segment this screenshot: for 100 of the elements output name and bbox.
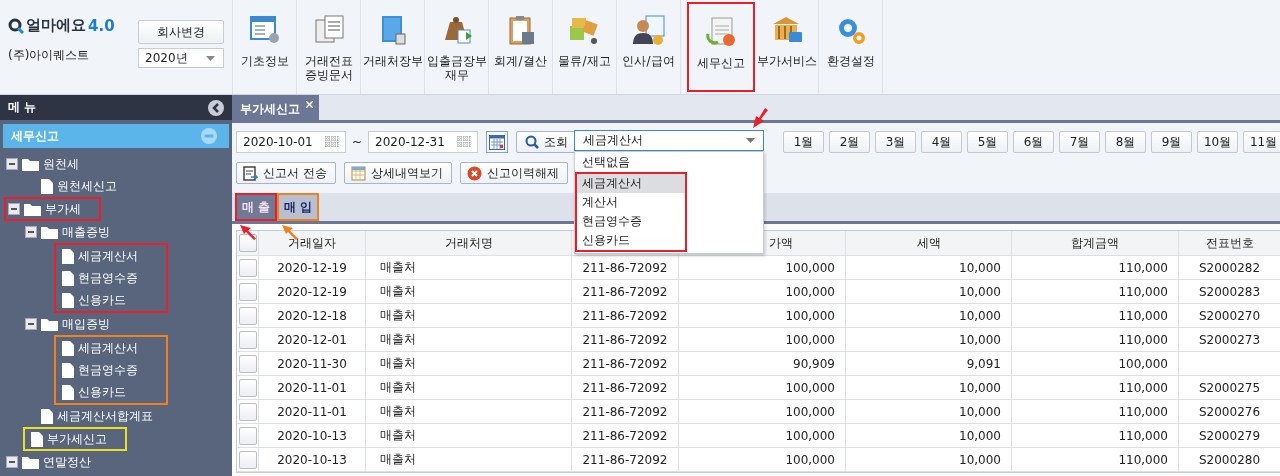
checkbox[interactable]: [238, 306, 257, 325]
document-icon: [62, 248, 74, 264]
collapse-icon[interactable]: [25, 226, 37, 238]
month-button[interactable]: 10월: [1197, 131, 1239, 153]
version-text: 4.0: [88, 16, 115, 35]
change-company-button[interactable]: 회사변경: [138, 20, 224, 44]
type-select[interactable]: 세금계산서: [574, 130, 764, 151]
tree-item[interactable]: 세금계산서합계표: [57, 407, 153, 425]
document-icon: [41, 408, 53, 424]
column-header[interactable]: 세액: [846, 231, 1012, 255]
calendar-button[interactable]: [486, 131, 509, 153]
table-cell: 100,000: [785, 380, 835, 395]
table-cell: 100,000: [785, 332, 835, 347]
toolbar-button[interactable]: 인사/급여: [617, 0, 681, 94]
table-cell: 211-86-72092: [582, 404, 668, 419]
month-button[interactable]: 7월: [1059, 131, 1101, 153]
tree-item[interactable]: 원천세신고: [57, 177, 117, 195]
calendar-icon: [325, 136, 339, 148]
toolbar-button[interactable]: 환경설정: [819, 0, 883, 94]
tab[interactable]: 부가세신고: [232, 95, 319, 120]
checkbox[interactable]: [238, 330, 257, 349]
checkbox[interactable]: [238, 258, 257, 277]
date-field[interactable]: 2020-12-31: [368, 131, 479, 153]
month-button[interactable]: 9월: [1151, 131, 1193, 153]
close-icon[interactable]: [306, 101, 313, 108]
column-header[interactable]: 전표번호: [1179, 231, 1280, 255]
toolbar-button[interactable]: 입출금장부 재무: [425, 0, 489, 94]
toolbar-button[interactable]: 기초정보: [233, 0, 297, 94]
column-header[interactable]: 거래일자: [259, 231, 366, 255]
table-cell: 100,000: [785, 308, 835, 323]
dropdown-option[interactable]: 계산서: [577, 193, 685, 212]
toolbar-button[interactable]: 물류/재고: [553, 0, 617, 94]
toolbar-button[interactable]: 거래전표 증빙문서: [297, 0, 361, 94]
table-cell: S2000273: [1198, 332, 1261, 347]
tree-item[interactable]: 부가세신고: [47, 430, 107, 448]
company-name: (주)아이퀘스트: [8, 47, 91, 64]
table-cell: 2020-12-01: [277, 332, 347, 347]
table-cell: 10,000: [959, 308, 1001, 323]
checkbox[interactable]: [238, 234, 257, 252]
caret-icon: [206, 55, 215, 61]
month-button[interactable]: 8월: [1105, 131, 1147, 153]
month-button[interactable]: 2월: [829, 131, 871, 153]
tree-item[interactable]: 부가세: [45, 200, 81, 218]
tree-item[interactable]: 연말정산: [43, 453, 91, 471]
month-button[interactable]: 11월: [1243, 131, 1280, 153]
collapse-icon[interactable]: [6, 158, 18, 170]
dropdown-option[interactable]: 세금계산서: [577, 174, 685, 193]
collapse-icon[interactable]: [8, 203, 20, 215]
tree-item[interactable]: 신용카드: [78, 383, 126, 401]
dropdown-option[interactable]: 신용카드: [577, 231, 685, 250]
tree-item[interactable]: 원천세: [43, 155, 79, 173]
year-select[interactable]: 2020년: [138, 48, 224, 68]
collapse-icon[interactable]: [25, 318, 37, 330]
table-cell: S2000270: [1198, 308, 1261, 323]
range-separator: ~: [351, 135, 364, 149]
tree-item[interactable]: 매입증빙: [62, 315, 110, 333]
column-header[interactable]: 합계금액: [1012, 231, 1179, 255]
table-cell: 10,000: [959, 260, 1001, 275]
checkbox[interactable]: [238, 450, 257, 469]
toolbar-button[interactable]: 거래처장부: [361, 0, 425, 94]
table-cell: 110,000: [1118, 308, 1168, 323]
date-field[interactable]: 2020-10-01: [236, 131, 346, 153]
toolbar-button[interactable]: 회계/결산: [489, 0, 553, 94]
column-header[interactable]: 거래처명: [366, 231, 572, 255]
table-cell: 매출처: [380, 331, 416, 348]
tree-item[interactable]: 신용카드: [78, 291, 126, 309]
checkbox[interactable]: [238, 354, 257, 373]
month-button[interactable]: 5월: [967, 131, 1009, 153]
collapse-icon[interactable]: [6, 456, 18, 468]
toolbar-button[interactable]: 부가서비스: [755, 0, 819, 94]
checkbox[interactable]: [238, 402, 257, 421]
month-button[interactable]: 1월: [783, 131, 825, 153]
dropdown-option[interactable]: 선택없음: [575, 153, 763, 172]
action-button[interactable]: 상세내역보기: [343, 162, 452, 184]
tree-item[interactable]: 현금영수증: [78, 361, 138, 379]
collapse-icon[interactable]: [208, 99, 224, 116]
action-button[interactable]: 신고서 전송: [236, 162, 336, 184]
month-button[interactable]: 6월: [1013, 131, 1055, 153]
folder-icon: [22, 455, 39, 469]
table-cell: 110,000: [1118, 332, 1168, 347]
checkbox[interactable]: [238, 378, 257, 397]
table-cell: 90,909: [793, 356, 835, 371]
table-cell: 10,000: [959, 452, 1001, 467]
tree-item[interactable]: 세금계산서: [78, 247, 138, 265]
checkbox[interactable]: [238, 426, 257, 445]
tree-item[interactable]: 매출증빙: [62, 223, 110, 241]
toolbar-button[interactable]: 세무신고: [687, 2, 755, 92]
tree-item[interactable]: 세금계산서: [78, 339, 138, 357]
dropdown-option[interactable]: 현금영수증: [577, 212, 685, 231]
table-cell: 211-86-72092: [582, 356, 668, 371]
checkbox[interactable]: [238, 282, 257, 301]
month-button[interactable]: 4월: [921, 131, 963, 153]
close-circle-icon: [466, 165, 482, 181]
month-button[interactable]: 3월: [875, 131, 917, 153]
table-cell: 2020-12-18: [277, 308, 347, 323]
sub-tab[interactable]: 매 입: [277, 193, 319, 221]
tree-item[interactable]: 현금영수증: [78, 269, 138, 287]
action-button[interactable]: 신고이력해제: [459, 162, 568, 184]
table-cell: 2020-10-13: [277, 452, 347, 467]
table-cell: 110,000: [1118, 404, 1168, 419]
